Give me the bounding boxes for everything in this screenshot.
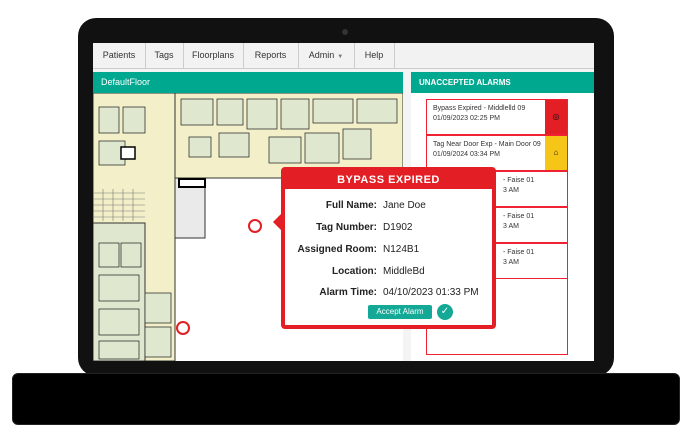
alarm-item[interactable]: Tag Near Door Exp - Main Door 09 01/09/2… bbox=[426, 135, 568, 171]
camera-icon bbox=[342, 29, 348, 35]
nav-label: Admin bbox=[308, 50, 335, 60]
door-warning-icon: ⌂ bbox=[545, 136, 567, 170]
alarm-time: 01/09/2024 03:34 PM bbox=[433, 151, 500, 158]
alarm-time-label: Alarm Time: bbox=[319, 287, 377, 298]
tag-number-label: Tag Number: bbox=[316, 222, 377, 233]
full-name-label: Full Name: bbox=[325, 200, 377, 211]
location-value: MiddleBd bbox=[383, 266, 425, 277]
nav-label: Patients bbox=[102, 50, 136, 60]
door-alarm-icon[interactable] bbox=[177, 322, 189, 334]
nav-label: Help bbox=[364, 50, 384, 60]
alarm-description: Tag Near Door Exp - Main Door 09 bbox=[433, 141, 541, 148]
alarm-time-value: 04/10/2023 01:33 PM bbox=[383, 287, 479, 298]
alarm-description: Bypass Expired - Middlelld 09 bbox=[433, 105, 526, 112]
accept-alarm-button[interactable]: Accept Alarm bbox=[368, 305, 432, 319]
nav-reports[interactable]: Reports bbox=[243, 43, 299, 68]
bypass-expired-popup: BYPASS EXPIRED Full Name: Jane Doe Tag N… bbox=[281, 167, 496, 329]
nav-tags[interactable]: Tags bbox=[145, 43, 184, 68]
bypass-status-icon: ◎ bbox=[545, 100, 567, 134]
location-label: Location: bbox=[332, 266, 377, 277]
popup-title: BYPASS EXPIRED bbox=[285, 171, 492, 189]
door-alarm-icon[interactable] bbox=[249, 220, 261, 232]
alarm-time: 01/09/2023 02:25 PM bbox=[433, 115, 500, 122]
nav-admin[interactable]: Admin ▼ bbox=[298, 43, 355, 68]
laptop-base bbox=[12, 373, 680, 425]
nav-label: Reports bbox=[254, 50, 287, 60]
nav-label: Floorplans bbox=[191, 50, 235, 60]
assigned-room-value: N124B1 bbox=[383, 244, 420, 255]
nav-patients[interactable]: Patients bbox=[93, 43, 146, 68]
check-icon[interactable]: ✓ bbox=[437, 304, 453, 320]
alarms-title: UNACCEPTED ALARMS bbox=[411, 72, 594, 93]
alarm-item[interactable]: Bypass Expired - Middlelld 09 01/09/2023… bbox=[426, 99, 568, 135]
assigned-room-label: Assigned Room: bbox=[297, 244, 377, 255]
floor-title: DefaultFloor bbox=[93, 72, 403, 93]
nav-floorplans[interactable]: Floorplans bbox=[183, 43, 244, 68]
top-nav: Patients Tags Floorplans Reports Admin ▼ … bbox=[93, 43, 594, 69]
tag-number-value: D1902 bbox=[383, 222, 413, 233]
nav-label: Tags bbox=[154, 50, 174, 60]
chevron-down-icon: ▼ bbox=[337, 54, 344, 60]
full-name-value: Jane Doe bbox=[383, 200, 426, 211]
nav-help[interactable]: Help bbox=[354, 43, 395, 68]
